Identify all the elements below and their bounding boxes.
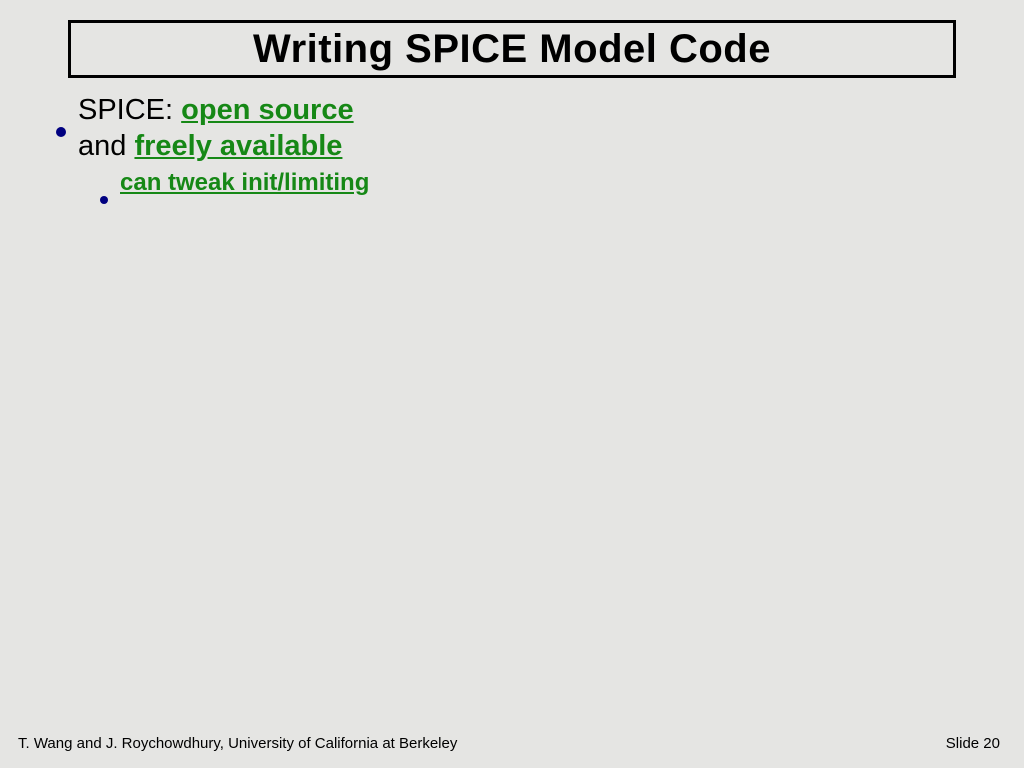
title-box: Writing SPICE Model Code (68, 20, 956, 78)
footer-slide-number: Slide 20 (946, 735, 1000, 752)
slide-title: Writing SPICE Model Code (253, 27, 771, 72)
bullet-icon (56, 127, 66, 137)
bullet-icon (100, 196, 108, 204)
bullet-text-1: SPICE: open source and freely available (78, 92, 354, 165)
bullet-prefix: SPICE: (78, 94, 181, 126)
footer: T. Wang and J. Roychowdhury, University … (18, 735, 1000, 752)
link-open-source: open source (181, 94, 353, 126)
link-freely-available: freely available (134, 130, 342, 162)
bullet-mid: and (78, 130, 134, 162)
bullet-item-1: SPICE: open source and freely available (56, 92, 369, 165)
content-area: SPICE: open source and freely available … (56, 92, 369, 197)
footer-authors: T. Wang and J. Roychowdhury, University … (18, 735, 457, 752)
sub-bullet-item-1: can tweak init/limiting (100, 169, 369, 197)
sub-bullet-text-1: can tweak init/limiting (120, 169, 369, 197)
